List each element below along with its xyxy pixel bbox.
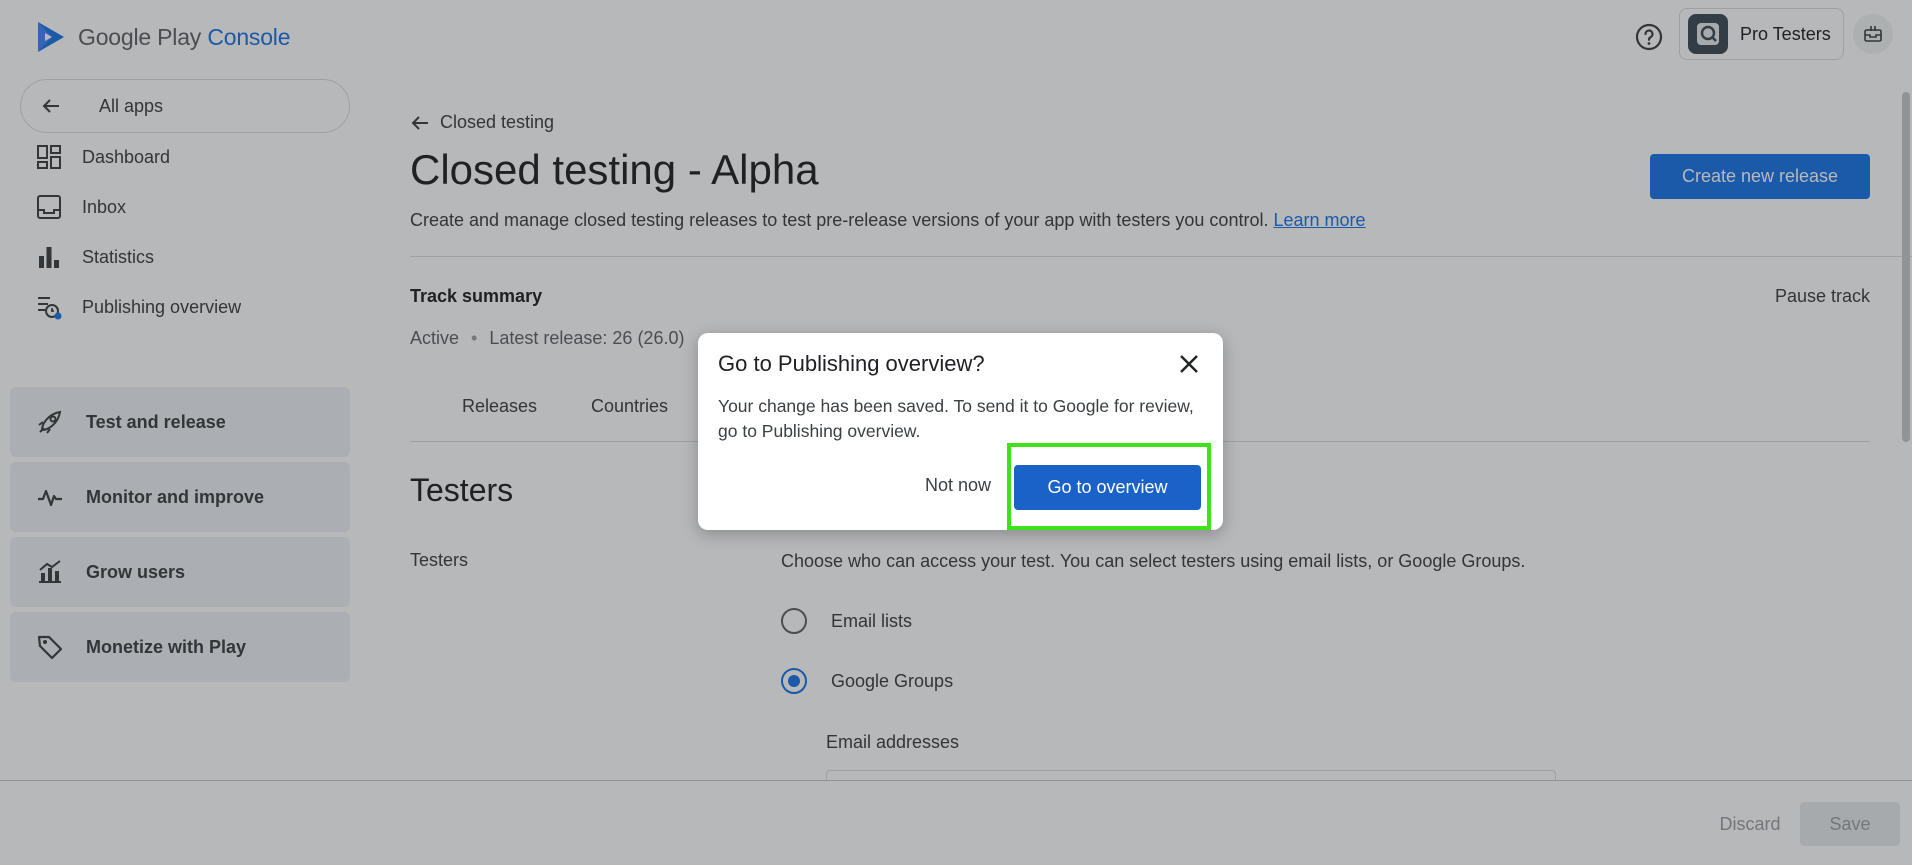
publishing-overview-dialog: Go to Publishing overview? Your change h… — [698, 333, 1223, 530]
dialog-body: Your change has been saved. To send it t… — [718, 396, 1194, 441]
dialog-close-button[interactable] — [1174, 349, 1204, 379]
go-to-overview-button[interactable]: Go to overview — [1014, 465, 1201, 510]
close-icon — [1180, 355, 1198, 373]
not-now-button[interactable]: Not now — [908, 464, 1008, 506]
dialog-title: Go to Publishing overview? — [718, 351, 985, 376]
